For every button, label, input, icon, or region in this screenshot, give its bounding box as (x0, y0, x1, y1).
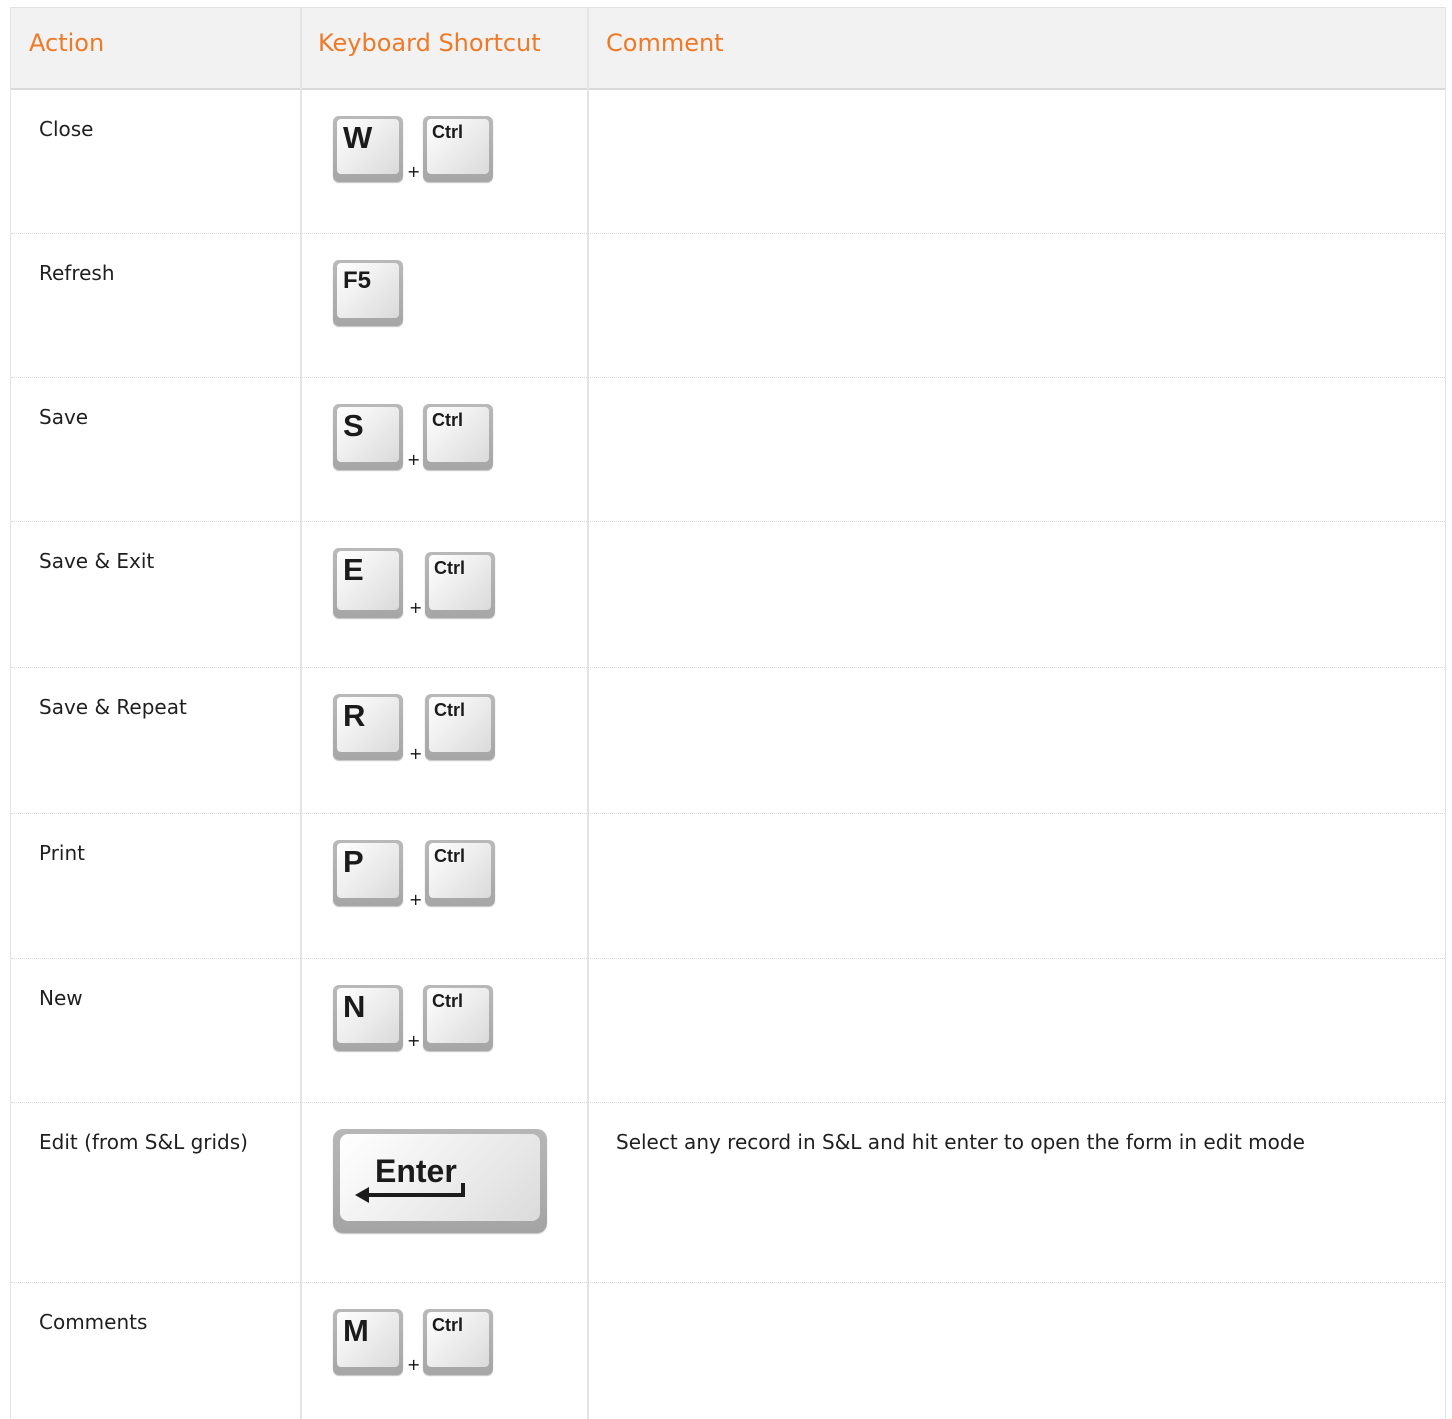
action-label: Edit (from S&L grids) (39, 1130, 248, 1154)
plus-sign: + (409, 744, 423, 763)
plus-sign: + (407, 1031, 421, 1050)
action-label: Save & Repeat (39, 695, 187, 719)
key-ctrl: Ctrl (423, 404, 493, 470)
action-label: Save & Exit (39, 549, 155, 573)
key-ctrl: Ctrl (425, 552, 495, 618)
header-action: Action (29, 29, 105, 57)
key-s: S (333, 404, 403, 470)
shortcut-keys: R + Ctrl (333, 694, 573, 764)
plus-sign: + (407, 450, 421, 469)
key-ctrl: Ctrl (425, 840, 495, 906)
shortcut-keys: F5 (333, 260, 573, 330)
key-m: M (333, 1309, 403, 1375)
key-n: N (333, 985, 403, 1051)
action-label: Close (39, 117, 94, 141)
enter-arrow-icon (355, 1183, 465, 1203)
table-row: Comments M + Ctrl (11, 1283, 1445, 1419)
table-row: Save & Exit E + Ctrl (11, 522, 1445, 668)
table-row: Close W + Ctrl (11, 90, 1445, 234)
action-label: New (39, 986, 83, 1010)
key-ctrl: Ctrl (423, 985, 493, 1051)
shortcut-keys: P + Ctrl (333, 840, 573, 910)
key-ctrl: Ctrl (423, 116, 493, 182)
table-row: Refresh F5 (11, 234, 1445, 378)
key-ctrl: Ctrl (423, 1309, 493, 1375)
action-label: Save (39, 405, 89, 429)
key-p: P (333, 840, 403, 906)
action-label: Print (39, 841, 86, 865)
key-e: E (333, 548, 403, 618)
shortcut-keys: S + Ctrl (333, 404, 573, 474)
action-label: Refresh (39, 261, 115, 285)
shortcut-keys: E + Ctrl (333, 548, 573, 618)
plus-sign: + (407, 162, 421, 181)
plus-sign: + (407, 1355, 421, 1374)
shortcuts-table: Action Keyboard Shortcut Comment Close W… (10, 7, 1446, 1419)
header-comment: Comment (606, 29, 724, 57)
table-row: New N + Ctrl (11, 959, 1445, 1103)
key-f5: F5 (333, 260, 403, 326)
comment-text: Select any record in S&L and hit enter t… (616, 1130, 1305, 1154)
key-ctrl: Ctrl (425, 694, 495, 760)
key-enter: Enter (333, 1129, 547, 1233)
plus-sign: + (409, 890, 423, 909)
table-row: Save & Repeat R + Ctrl (11, 668, 1445, 814)
key-r: R (333, 694, 403, 760)
table-row: Print P + Ctrl (11, 814, 1445, 959)
plus-sign: + (409, 598, 423, 617)
shortcut-keys: W + Ctrl (333, 116, 573, 186)
table-row: Edit (from S&L grids) Enter Select any r… (11, 1103, 1445, 1283)
header-keyboard-shortcut: Keyboard Shortcut (318, 29, 541, 57)
table-row: Save S + Ctrl (11, 378, 1445, 522)
action-label: Comments (39, 1310, 148, 1334)
key-w: W (333, 116, 403, 182)
shortcut-keys: M + Ctrl (333, 1309, 573, 1379)
shortcut-keys: N + Ctrl (333, 985, 573, 1055)
table-header: Action Keyboard Shortcut Comment (11, 8, 1445, 90)
